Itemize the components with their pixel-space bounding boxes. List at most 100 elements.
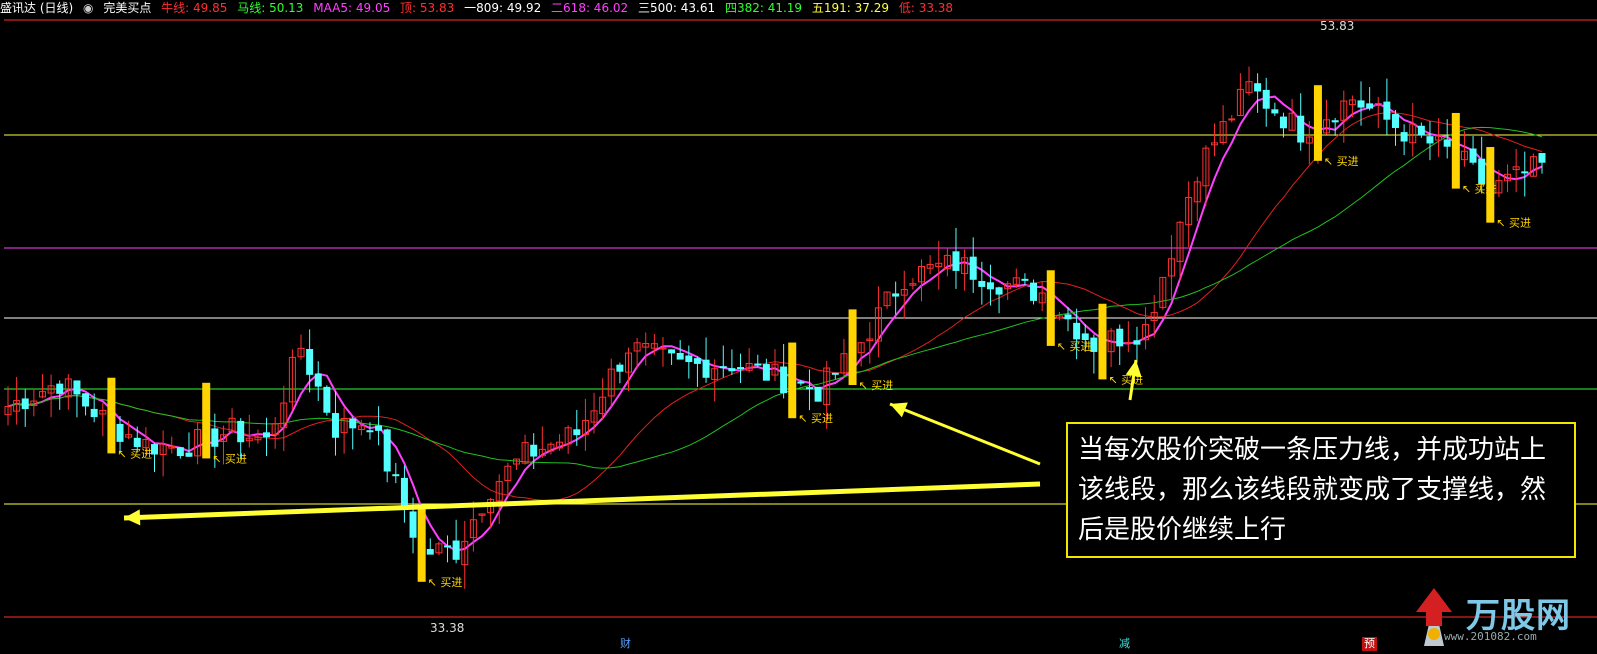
candle (245, 414, 253, 448)
candle (883, 291, 891, 309)
candle (1366, 87, 1374, 111)
candle (323, 385, 331, 416)
candle (159, 430, 167, 477)
buy-signal: ↖ 买进 (107, 377, 152, 460)
candle (1245, 66, 1253, 96)
candle (659, 336, 667, 367)
candle (461, 520, 469, 589)
buy-signal-label: ↖ 买进 (798, 412, 833, 425)
candle (1219, 105, 1227, 145)
candle (961, 249, 969, 291)
formula-name[interactable]: 完美买点 (103, 1, 151, 15)
candle (82, 392, 90, 416)
header-item: 四382: 41.19 (724, 1, 803, 15)
candle (1038, 281, 1046, 312)
candle (151, 443, 159, 473)
marker-jian[interactable]: 减 (1117, 637, 1132, 651)
candle (1521, 151, 1529, 197)
candle (1159, 276, 1167, 310)
buy-signal-label: ↖ 买进 (1324, 155, 1359, 168)
watermark-url: www.201082.com (1444, 630, 1537, 643)
header-item: 五191: 37.29 (811, 1, 890, 15)
candle (1400, 124, 1408, 156)
candle (668, 349, 676, 365)
candle (194, 422, 202, 465)
annotation-text: 当每次股价突破一条压力线，并成功站上该线段，那么该线段就变成了支撑线，然后是股价… (1078, 435, 1547, 545)
candle (616, 362, 624, 384)
candle (99, 402, 107, 437)
candle (1211, 123, 1219, 157)
candle (1193, 176, 1201, 222)
candle (607, 358, 615, 408)
candle (383, 428, 391, 483)
candle (866, 322, 874, 364)
candle (547, 442, 555, 455)
candle (1417, 122, 1425, 138)
candle (685, 345, 693, 379)
candle (926, 255, 934, 275)
candle (1512, 148, 1520, 193)
settings-icon[interactable]: ◉ (83, 1, 93, 15)
buy-signal-bar (107, 377, 116, 454)
candle (1271, 102, 1279, 116)
candle (874, 286, 882, 358)
marker-cai[interactable]: 财 (618, 637, 633, 651)
candle (435, 541, 443, 556)
header-item: 顶: 53.83 (400, 1, 455, 15)
candle (754, 354, 762, 367)
candle (831, 372, 839, 380)
buy-signal-bar (848, 309, 857, 386)
annotation-box: 当每次股价突破一条压力线，并成功站上该线段，那么该线段就变成了支撑线，然后是股价… (1066, 422, 1576, 558)
candle (1133, 326, 1141, 363)
candle (1391, 110, 1399, 146)
buy-signal-bar (202, 382, 211, 459)
candle (444, 535, 452, 563)
candle (1107, 327, 1115, 368)
candle (1460, 130, 1468, 167)
candle (340, 407, 348, 454)
candle (297, 334, 305, 360)
marker-yu[interactable]: 预 (1362, 637, 1377, 651)
header-item: MAA5: 49.05 (313, 1, 391, 15)
candle (185, 432, 193, 457)
candle (1021, 273, 1029, 286)
candle (478, 513, 486, 523)
candle (13, 376, 21, 425)
candle (47, 374, 55, 418)
candle (590, 392, 598, 434)
buy-signal-label: ↖ 买进 (117, 447, 152, 460)
candle (331, 391, 339, 456)
candle (1383, 78, 1391, 136)
candle (1124, 321, 1132, 353)
candle (1185, 181, 1193, 248)
candle (702, 337, 710, 383)
buy-signal-bar (788, 342, 797, 419)
candle (814, 386, 822, 402)
candle (288, 349, 296, 411)
header-item: 低: 33.38 (898, 1, 954, 15)
candle (728, 349, 736, 375)
candle (1279, 112, 1287, 138)
annotation-arrows (123, 359, 1142, 526)
candle (1228, 115, 1236, 123)
watermark-logo: 万股网 www.201082.com (1404, 582, 1594, 652)
candle (995, 286, 1003, 314)
candle (73, 380, 81, 418)
buy-signal-label: ↖ 买进 (428, 576, 463, 589)
candle (1030, 279, 1038, 305)
candle (1469, 135, 1477, 165)
annotation-arrow (889, 402, 1041, 466)
buy-signal: ↖ 买进 (1046, 270, 1091, 353)
header-item: 一809: 49.92 (464, 1, 542, 15)
candle (1055, 311, 1063, 321)
candle (918, 259, 926, 302)
candle (599, 378, 607, 420)
candle (400, 465, 408, 523)
candle (693, 356, 701, 387)
stock-title[interactable]: 盛讯达 (日线) (0, 1, 73, 15)
candle (176, 446, 184, 459)
candle (892, 281, 900, 315)
buy-signal-bar (417, 506, 426, 582)
candle (952, 227, 960, 289)
ma-line (7, 126, 1543, 469)
